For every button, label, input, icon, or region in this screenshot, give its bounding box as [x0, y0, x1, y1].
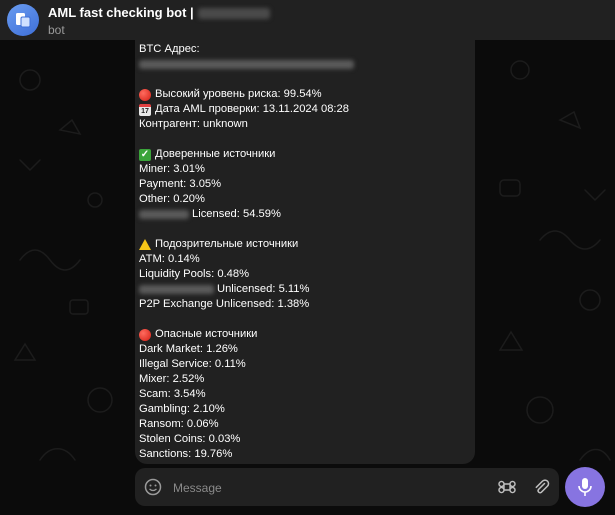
- check-mark-icon: ✓: [139, 148, 151, 161]
- message-text: BTC Адрес: Высокий уровень риска: 99.54% 1…: [135, 40, 475, 462]
- message-line: [139, 57, 475, 72]
- chat-title-text: AML fast checking bot |: [48, 5, 194, 20]
- message-line-text: Licensed: 54.59%: [192, 208, 281, 220]
- message-composer[interactable]: [135, 468, 559, 506]
- message-line-text: Miner: 3.01%: [139, 163, 205, 175]
- redacted-title: [197, 7, 270, 19]
- message-line-text: Payment: 3.05%: [139, 178, 222, 190]
- message-input[interactable]: [171, 477, 475, 499]
- red-circle-icon: [139, 88, 151, 101]
- calendar-icon: 17: [139, 103, 151, 116]
- message-line: Liquidity Pools: 0.48%: [139, 267, 475, 282]
- message-line: ATM: 0.14%: [139, 252, 475, 267]
- message-line: Подозрительные источники: [139, 237, 475, 252]
- message-line-text: Sanctions: 19.76%: [139, 448, 233, 460]
- red-circle-icon: [139, 328, 151, 341]
- bot-commands-icon[interactable]: [497, 477, 517, 497]
- message-line: Miner: 3.01%: [139, 162, 475, 177]
- message-line: Other: 0.20%: [139, 192, 475, 207]
- message-line: Scam: 3.54%: [139, 387, 475, 402]
- message-line: Контрагент: unknown: [139, 117, 475, 132]
- message-line-text: Illegal Service: 0.11%: [139, 358, 246, 370]
- message-line: BTC Адрес:: [139, 42, 475, 57]
- message-line: Payment: 3.05%: [139, 177, 475, 192]
- message-line: Licensed: 54.59%: [139, 207, 475, 222]
- message-line-text: Gambling: 2.10%: [139, 403, 225, 415]
- message-line-text: Dark Market: 1.26%: [139, 343, 238, 355]
- message-line-text: Дата AML проверки: 13.11.2024 08:28: [155, 103, 349, 115]
- message-line: Illegal Service: 0.11%: [139, 357, 475, 372]
- message-line: Sanctions: 19.76%: [139, 447, 475, 462]
- warning-icon: [139, 239, 151, 250]
- message-line-text: Scam: 3.54%: [139, 388, 206, 400]
- message-line: Ransom: 0.06%: [139, 417, 475, 432]
- message-line-text: Высокий уровень риска: 99.54%: [155, 88, 322, 100]
- message-line: Unlicensed: 5.11%: [139, 282, 475, 297]
- message-line: 17 Дата AML проверки: 13.11.2024 08:28: [139, 102, 475, 117]
- redacted-text: [139, 285, 214, 294]
- bot-avatar[interactable]: [7, 4, 39, 36]
- message-line-text: Опасные источники: [155, 328, 258, 340]
- message-line-text: Подозрительные источники: [155, 238, 299, 250]
- message-line-text: ATM: 0.14%: [139, 253, 200, 265]
- bot-message-bubble[interactable]: BTC Адрес: Высокий уровень риска: 99.54% 1…: [135, 40, 475, 464]
- message-line-text: Mixer: 2.52%: [139, 373, 205, 385]
- message-line: ✓ Доверенные источники: [139, 147, 475, 162]
- message-line-text: Доверенные источники: [155, 148, 276, 160]
- message-line-text: Контрагент: unknown: [139, 118, 248, 130]
- message-line-text: P2P Exchange Unlicensed: 1.38%: [139, 298, 310, 310]
- message-line: Высокий уровень риска: 99.54%: [139, 87, 475, 102]
- message-line: Stolen Coins: 0.03%: [139, 432, 475, 447]
- message-line-text: Unlicensed: 5.11%: [217, 283, 310, 295]
- chat-subtitle: bot: [48, 23, 65, 37]
- message-line: P2P Exchange Unlicensed: 1.38%: [139, 297, 475, 312]
- chat-header[interactable]: AML fast checking bot | bot: [0, 0, 615, 41]
- redacted-text: [139, 210, 189, 219]
- message-line-text: Ransom: 0.06%: [139, 418, 219, 430]
- message-line-text: BTC Адрес:: [139, 43, 200, 55]
- message-line: Gambling: 2.10%: [139, 402, 475, 417]
- microphone-icon: [578, 478, 592, 496]
- message-line-text: Other: 0.20%: [139, 193, 205, 205]
- message-line: Опасные источники: [139, 327, 475, 342]
- message-line: Mixer: 2.52%: [139, 372, 475, 387]
- redacted-text: [139, 60, 354, 69]
- message-line-text: Stolen Coins: 0.03%: [139, 433, 241, 445]
- voice-record-button[interactable]: [565, 467, 605, 507]
- bot-logo-icon: [16, 13, 31, 28]
- message-line-text: Liquidity Pools: 0.48%: [139, 268, 250, 280]
- attach-icon[interactable]: [531, 477, 551, 497]
- message-line: Dark Market: 1.26%: [139, 342, 475, 357]
- emoji-icon[interactable]: [143, 477, 163, 497]
- chat-title: AML fast checking bot |: [48, 5, 270, 21]
